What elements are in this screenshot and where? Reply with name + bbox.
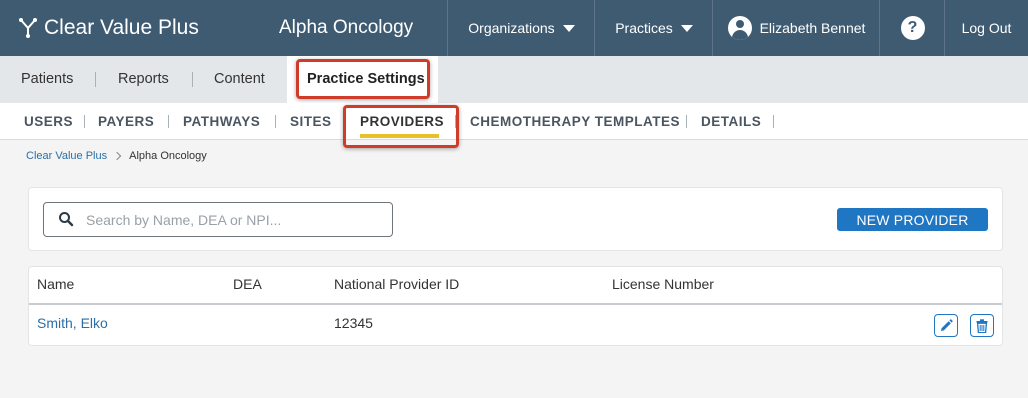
subnav-separator (168, 115, 169, 128)
caret-down-icon (562, 24, 575, 32)
sub-nav: USERS PAYERS PATHWAYS SITES PROVIDERS CH… (0, 103, 1028, 140)
new-provider-button[interactable]: NEW PROVIDER (837, 208, 988, 231)
nav-practice-settings[interactable]: Practice Settings (307, 56, 425, 103)
app-logo-text: Clear Value Plus (44, 16, 199, 39)
subnav-sites[interactable]: SITES (290, 103, 332, 140)
help-button[interactable]: ? (879, 0, 945, 56)
app-logo[interactable]: Clear Value Plus (18, 0, 199, 56)
organizations-dropdown[interactable]: Organizations (447, 0, 595, 56)
edit-icon (941, 318, 953, 331)
subnav-pathways[interactable]: PATHWAYS (183, 103, 260, 140)
edit-provider-button[interactable] (934, 314, 958, 337)
chevron-right-icon (112, 151, 122, 161)
breadcrumb-root-link[interactable]: Clear Value Plus (26, 150, 107, 162)
providers-table (28, 266, 1003, 346)
help-icon: ? (900, 16, 925, 40)
column-header-dea[interactable]: DEA (233, 276, 262, 292)
user-name: Elizabeth Bennet (759, 20, 866, 36)
organizations-label: Organizations (468, 20, 555, 36)
subnav-separator (773, 115, 774, 128)
subnav-separator (455, 115, 456, 128)
column-header-license[interactable]: License Number (612, 276, 714, 292)
subnav-separator (275, 115, 276, 128)
subnav-users[interactable]: USERS (24, 103, 73, 140)
user-menu[interactable]: Elizabeth Bennet (712, 0, 880, 56)
subnav-separator (686, 115, 687, 128)
user-avatar-icon (727, 16, 752, 40)
main-nav: Patients Reports Content Practice Settin… (0, 56, 1028, 103)
subnav-chemotherapy-templates[interactable]: CHEMOTHERAPY TEMPLATES (470, 103, 680, 140)
delete-provider-button[interactable] (970, 314, 994, 337)
logout-button[interactable]: Log Out (944, 0, 1028, 56)
top-bar: Clear Value Plus Alpha Oncology Organiza… (0, 0, 1028, 56)
breadcrumb: Clear Value Plus Alpha Oncology (26, 148, 207, 164)
nav-separator (192, 72, 193, 87)
subnav-separator (344, 115, 345, 128)
logo-icon (19, 18, 37, 38)
active-tab-underline (360, 134, 439, 138)
breadcrumb-current: Alpha Oncology (129, 150, 207, 162)
nav-content[interactable]: Content (214, 56, 265, 103)
nav-patients[interactable]: Patients (21, 56, 73, 103)
caret-down-icon (680, 24, 693, 32)
subnav-details[interactable]: DETAILS (701, 103, 761, 140)
practices-dropdown[interactable]: Practices (594, 0, 713, 56)
current-practice-name: Alpha Oncology (279, 17, 414, 38)
nav-separator (95, 72, 96, 87)
provider-name-link[interactable]: Smith, Elko (37, 315, 108, 331)
trash-icon (976, 318, 988, 333)
practices-label: Practices (615, 20, 673, 36)
column-header-name[interactable]: Name (37, 276, 74, 292)
provider-npi: 12345 (334, 315, 373, 331)
subnav-separator (84, 115, 85, 128)
subnav-payers[interactable]: PAYERS (98, 103, 154, 140)
search-input[interactable] (86, 203, 386, 236)
nav-reports[interactable]: Reports (118, 56, 169, 103)
table-header-divider (29, 303, 1002, 305)
search-icon (59, 212, 74, 227)
column-header-npi[interactable]: National Provider ID (334, 276, 459, 292)
